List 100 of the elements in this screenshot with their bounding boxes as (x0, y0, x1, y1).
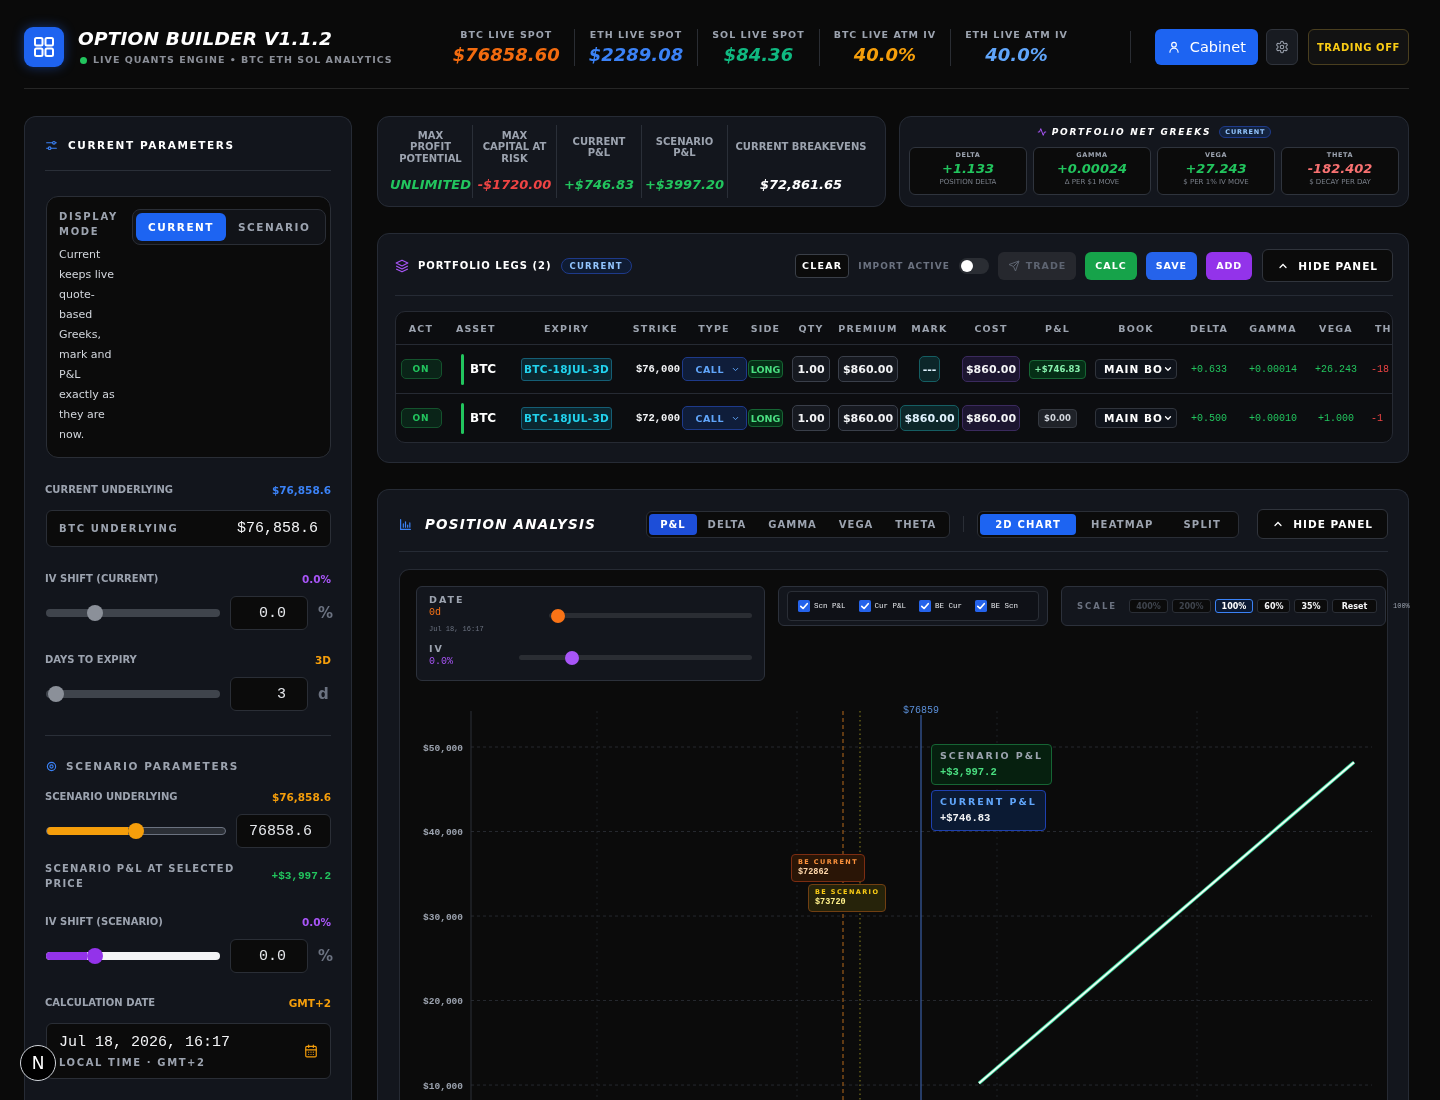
mark-value: $860.00 (900, 405, 959, 431)
stat-label: ETH LIVE SPOT (589, 28, 683, 41)
readout-value: +$3,997.2 (940, 765, 998, 779)
control-reading: 0d (429, 606, 442, 620)
readout-title: CURRENT P&L (940, 795, 1037, 808)
stat-label: ETH LIVE ATM IV (965, 28, 1068, 41)
app-title: OPTION BUILDER V1.1.2 (78, 28, 334, 50)
card-title: PORTFOLIO NET GREEKS (1051, 127, 1212, 137)
table-cell: +0.500 (1191, 412, 1227, 424)
table-cell: +1.000 (1318, 412, 1354, 424)
stat-label: BTC LIVE SPOT (460, 28, 553, 41)
expiry-tag: BTC-18JUL-3D (521, 357, 612, 381)
summary-label: MAX CAPITAL AT RISK (481, 129, 548, 165)
stat-value: $76858.60 (452, 43, 560, 66)
asset-name: BTC (470, 362, 497, 376)
column-header: MARK (910, 321, 949, 336)
spot-price-label: $76859 (903, 705, 939, 716)
table-cell: +0.00010 (1249, 412, 1297, 424)
field-label: IV SHIFT (CURRENT) (45, 572, 159, 586)
column-header: GAMMA (1248, 321, 1298, 336)
field-label: CURRENT UNDERLYING (45, 483, 174, 497)
column-header: ASSET (455, 321, 497, 336)
field-label: SCENARIO UNDERLYING (45, 790, 178, 804)
summary-label: MAX PROFIT POTENTIAL (398, 129, 463, 165)
date-caption: LOCAL TIME · GMT+2 (59, 1055, 207, 1069)
control-reading: 0.0% (429, 655, 454, 669)
tag-value: $73720 (815, 897, 847, 908)
summary-value: +$746.83 (563, 176, 635, 194)
stat-value: $2289.08 (588, 43, 684, 66)
pnl-value: +$746.83 (1028, 359, 1087, 379)
axis-tick-label: $10,000 (423, 1080, 463, 1092)
field-caption: BTC UNDERLYING (59, 523, 179, 534)
greek-value: +0.00024 (1056, 160, 1128, 177)
field-reading: 3D (314, 653, 331, 667)
asset-name: BTC (470, 411, 497, 425)
field-reading: $76,858.6 (271, 483, 331, 497)
strike-value: $72,000 (635, 412, 680, 424)
unit-label: d (318, 685, 330, 703)
expiry-tag: BTC-18JUL-3D (521, 406, 612, 430)
date-value: Jul 18, 2026, 16:17 (59, 1033, 231, 1052)
field-reading: +$3,997.2 (271, 868, 331, 884)
axis-tick-label: $50,000 (423, 742, 463, 754)
column-header: QTY (797, 321, 825, 336)
summary-value: -$1720.00 (477, 176, 552, 194)
cost-value: $860.00 (961, 405, 1021, 431)
column-header: PREMIUM (838, 321, 898, 336)
stat-label: SOL LIVE SPOT (712, 28, 805, 41)
field-reading: 0.0% (301, 572, 331, 586)
greek-value: -182.402 (1307, 160, 1373, 177)
field-reading: $76,858.6 (271, 790, 331, 804)
column-header: SIDE (749, 321, 782, 336)
mode-badge: CURRENT (560, 257, 632, 274)
unit-label: % (318, 604, 331, 622)
greek-value: +27.243 (1185, 160, 1247, 177)
pnl-value: $0.00 (1038, 408, 1077, 428)
field-label: CALCULATION DATE (45, 996, 156, 1010)
readout-title: SCENARIO P&L (940, 749, 1044, 762)
summary-label: SCENARIO P&L (654, 135, 715, 159)
table-cell: -1 (1371, 412, 1383, 424)
column-header: EXPIRY (542, 321, 591, 336)
table-cell: +0.633 (1191, 363, 1227, 375)
stat-value: 40.0% (853, 43, 917, 66)
column-header: TH (1374, 321, 1392, 336)
axis-tick-label: $30,000 (423, 911, 463, 923)
summary-label: CURRENT BREAKEVENS (735, 141, 867, 153)
tag-value: $72862 (798, 867, 830, 878)
cost-value: $860.00 (961, 356, 1021, 382)
display-mode-description: Current keeps live quote-based Greeks, mark and P&L exactly as they are now. (59, 247, 116, 443)
field-reading: 0.0% (301, 915, 331, 929)
column-header: STRIKE (631, 321, 679, 336)
table-cell: +26.243 (1315, 363, 1357, 375)
app-subtitle: LIVE QUANTS ENGINE • BTC ETH SOL ANALYTICS (93, 54, 393, 66)
stat-value: $84.36 (723, 43, 794, 66)
axis-tick-label: $20,000 (423, 996, 463, 1008)
panel-title: CURRENT PARAMETERS (68, 139, 235, 151)
toggle-label: IMPORT ACTIVE (858, 260, 950, 271)
summary-value: +$3997.20 (644, 176, 725, 194)
column-header: BOOK (1117, 321, 1155, 336)
column-header: TYPE (697, 321, 731, 336)
card-title: POSITION ANALYSIS (425, 516, 597, 532)
card-title: PORTFOLIO LEGS (2) (418, 260, 552, 271)
field-label: IV SHIFT (SCENARIO) (45, 915, 163, 929)
greek-value: +1.133 (942, 160, 994, 177)
column-header: VEGA (1318, 321, 1354, 336)
column-header: P&L (1044, 321, 1071, 336)
table-cell: -18 (1371, 363, 1389, 375)
control-label: IV (429, 643, 445, 655)
column-header: DELTA (1189, 321, 1229, 336)
field-label: DAYS TO EXPIRY (45, 653, 137, 667)
field-reading: GMT+2 (288, 996, 331, 1010)
readout-value: +$746.83 (940, 811, 992, 825)
strike-value: $76,000 (635, 363, 680, 375)
table-cell: +0.00014 (1249, 363, 1297, 375)
mark-value: --- (918, 356, 941, 382)
column-header: COST (973, 321, 1009, 336)
display-mode-label: DISPLAY MODE (59, 210, 119, 239)
summary-value: $72,861.65 (759, 176, 843, 194)
scale-label: SCALE (1077, 601, 1118, 611)
summary-value: UNLIMITED (390, 176, 471, 194)
column-header: ACT (407, 321, 435, 336)
